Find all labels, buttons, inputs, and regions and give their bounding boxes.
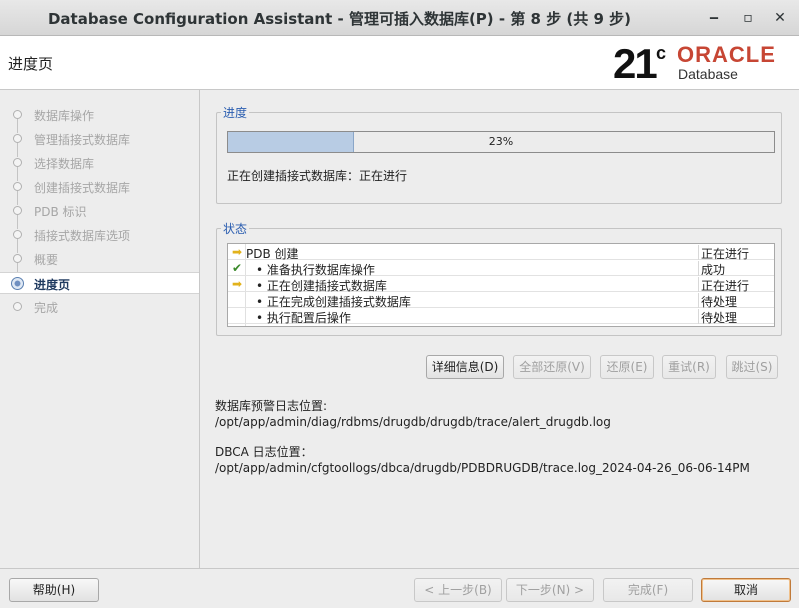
table-row[interactable]: ➡ • 正在创建插接式数据库 正在进行 [228,276,774,293]
step-label: 数据库操作 [34,109,95,123]
progress-group: 进度 23% 正在创建插接式数据库：正在进行 [216,104,782,204]
task-state: 正在进行 [698,245,774,261]
maximize-icon[interactable]: ▫ [737,8,759,28]
next-button[interactable]: 下一步(N) > [506,578,594,602]
revert-button[interactable]: 还原(E) [600,355,654,379]
step-select-database[interactable]: 选择数据库 [0,152,199,181]
back-button[interactable]: < 上一步(B) [414,578,502,602]
task-name-text: 正在创建插接式数据库 [266,279,387,293]
progress-percent: 23% [488,135,514,148]
revert-all-button[interactable]: 全部还原(V) [513,355,591,379]
dbca-log-path: /opt/app/admin/cfgtoollogs/dbca/drugdb/P… [215,461,750,475]
logo-suffix: c [656,43,667,63]
step-manage-pdb[interactable]: 管理插接式数据库 [0,128,199,157]
step-circle-icon [13,110,22,119]
cancel-button[interactable]: 取消 [701,578,791,602]
window-title: Database Configuration Assistant - 管理可插入… [47,10,632,28]
task-state: 成功 [698,261,774,277]
task-name-text: 准备执行数据库操作 [266,263,375,277]
page-title: 进度页 [8,55,54,73]
help-button[interactable]: 帮助(H) [9,578,99,602]
step-circle-icon [13,134,22,143]
logo-brand: ORACLE [677,42,776,67]
finish-button[interactable]: 完成(F) [603,578,693,602]
table-row[interactable]: • 正在完成创建插接式数据库 待处理 [228,292,774,309]
step-circle-icon [13,302,22,311]
arrow-right-icon: ➡ [231,245,243,259]
step-circle-icon [13,254,22,263]
skip-button[interactable]: 跳过(S) [726,355,778,379]
step-label: 进度页 [34,278,71,292]
step-label: 管理插接式数据库 [34,133,131,147]
page-header: 进度页 21 c ORACLE Database [0,36,799,90]
task-name-text: 正在完成创建插接式数据库 [266,295,411,309]
logo-version: 21 [613,40,658,87]
step-circle-icon [13,230,22,239]
main-panel: 进度 23% 正在创建插接式数据库：正在进行 状态 ➡ PDB 创建 正在进行 … [200,90,799,568]
step-label: 创建插接式数据库 [34,181,131,195]
task-state: 待处理 [698,293,774,309]
wizard-steps-sidebar: 数据库操作 管理插接式数据库 选择数据库 创建插接式数据库 PDB 标识 插接式… [0,90,200,568]
window-titlebar: Database Configuration Assistant - 管理可插入… [0,0,799,36]
step-summary[interactable]: 概要 [0,248,199,277]
step-finish[interactable]: 完成 [0,296,199,318]
retry-button[interactable]: 重试(R) [662,355,716,379]
checkmark-icon: ✔ [231,261,243,275]
empty-status-icon [229,293,245,307]
status-table: ➡ PDB 创建 正在进行 ✔ • 准备执行数据库操作 成功 ➡ • 正在创建插… [227,243,775,327]
task-name: • 执行配置后操作 [256,311,351,325]
status-group: 状态 ➡ PDB 创建 正在进行 ✔ • 准备执行数据库操作 成功 ➡ • 正在… [216,220,782,336]
step-label: 插接式数据库选项 [34,229,131,243]
progress-bar: 23% [227,131,775,153]
step-circle-icon [13,158,22,167]
step-circle-icon [13,182,22,191]
table-row[interactable]: ✔ • 准备执行数据库操作 成功 [228,260,774,277]
task-state: 待处理 [698,309,774,325]
close-icon[interactable]: ✕ [769,8,791,28]
dbca-log-label: DBCA 日志位置： [215,445,313,459]
step-progress-page[interactable]: 进度页 [0,272,199,294]
step-label: 概要 [34,253,59,267]
step-create-pdb[interactable]: 创建插接式数据库 [0,176,199,205]
step-database-operation[interactable]: 数据库操作 [0,104,199,133]
arrow-right-icon: ➡ [231,277,243,291]
details-button[interactable]: 详细信息(D) [426,355,504,379]
task-name-text: 执行配置后操作 [266,311,351,325]
minimize-icon[interactable]: ‒ [703,8,725,28]
step-label: 完成 [34,301,59,315]
alert-log-path: /opt/app/admin/diag/rdbms/drugdb/drugdb/… [215,415,611,429]
table-row[interactable]: • 执行配置后操作 待处理 [228,308,774,325]
step-label: PDB 标识 [34,205,87,219]
task-state: 正在进行 [698,277,774,293]
step-label: 选择数据库 [34,157,95,171]
wizard-footer: 帮助(H) < 上一步(B) 下一步(N) > 完成(F) 取消 [0,568,799,608]
empty-status-icon [229,309,245,323]
alert-log-label: 数据库预警日志位置: [215,399,328,413]
status-legend: 状态 [223,222,248,236]
step-circle-icon [13,206,22,215]
progress-status-text: 正在创建插接式数据库：正在进行 [227,169,408,183]
step-pdb-options[interactable]: 插接式数据库选项 [0,224,199,253]
table-row[interactable]: ➡ PDB 创建 正在进行 [228,244,774,261]
progress-legend: 进度 [223,106,248,120]
step-pdb-identity[interactable]: PDB 标识 [0,200,199,229]
logo-product: Database [678,66,738,82]
step-current-icon [11,277,24,290]
